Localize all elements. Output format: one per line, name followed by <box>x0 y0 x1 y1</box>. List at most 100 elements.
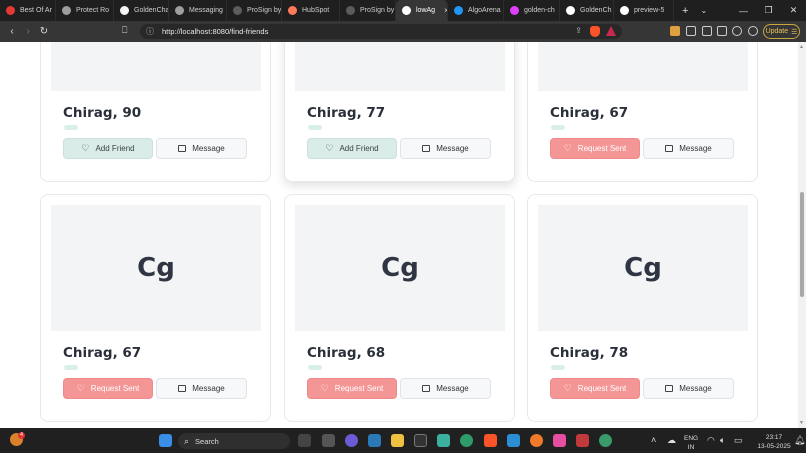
store-icon[interactable] <box>368 434 381 447</box>
browser-tab[interactable]: golden-ch <box>504 0 560 21</box>
message-button[interactable]: Message <box>400 378 491 399</box>
file-explorer-icon[interactable] <box>391 434 404 447</box>
start-icon[interactable] <box>159 434 172 447</box>
notification-icon[interactable]: 🔔︎ <box>794 435 805 446</box>
browser-tab[interactable]: preview-5 <box>614 0 674 21</box>
request-sent-button[interactable]: ♡ Request Sent <box>63 378 153 399</box>
vpn-icon[interactable] <box>748 26 758 36</box>
message-button[interactable]: Message <box>400 138 491 159</box>
tab-label: ProSign by <box>247 7 282 14</box>
leo-icon[interactable] <box>732 26 742 36</box>
message-icon <box>665 145 674 152</box>
browser-tab[interactable]: lowAg× <box>396 0 448 21</box>
message-label: Message <box>679 384 712 393</box>
brave-icon[interactable] <box>484 434 497 447</box>
browser-tab[interactable]: Protect Ro <box>56 0 114 21</box>
wifi-icon[interactable]: ◠ <box>707 435 715 446</box>
chevron-up-icon[interactable]: ˄ <box>651 435 656 445</box>
favicon-icon <box>175 6 184 15</box>
tab-search-icon[interactable]: ⌄ <box>696 6 711 15</box>
maximize-button[interactable]: ❐ <box>756 0 781 21</box>
navigation-bar: ‹ › ↻ ⎕ ⓘ http://localhost:8080/find-fri… <box>0 21 806 42</box>
request-sent-button[interactable]: ♡ Request Sent <box>550 378 640 399</box>
message-button[interactable]: Message <box>643 378 734 399</box>
friend-card: Chirag, 67 ♡ Request Sent Message <box>527 42 758 182</box>
app-icon[interactable] <box>576 434 589 447</box>
tab-label: ProSign by <box>360 7 395 14</box>
mongodb-icon[interactable] <box>599 434 612 447</box>
brave-rewards-icon[interactable] <box>606 26 616 36</box>
wallet-icon[interactable] <box>717 26 727 36</box>
browser-tab[interactable]: AlgoArena <box>448 0 504 21</box>
action-label: Add Friend <box>95 144 135 153</box>
puzzle-icon[interactable] <box>686 26 696 36</box>
friend-card: Cg Chirag, 78 ♡ Request Sent Message <box>527 194 758 422</box>
favicon-icon <box>6 6 15 15</box>
browser-tab[interactable]: ProSign by <box>227 0 282 21</box>
site-info-icon[interactable]: ⓘ <box>146 26 156 37</box>
message-icon <box>665 385 674 392</box>
request-sent-button[interactable]: ♡ Request Sent <box>550 138 640 159</box>
postman-icon[interactable] <box>530 434 543 447</box>
taskbar-search[interactable]: ⌕ Search <box>178 433 290 449</box>
browser-tab[interactable]: Best Of Ar <box>0 0 56 21</box>
message-label: Message <box>192 144 225 153</box>
scroll-down-icon[interactable]: ▼ <box>799 420 804 426</box>
close-window-button[interactable]: ✕ <box>781 0 806 21</box>
scrollbar-thumb[interactable] <box>800 192 804 297</box>
new-tab-button[interactable]: + <box>674 5 696 17</box>
browser-tab[interactable]: HubSpot <box>282 0 340 21</box>
task-view-icon[interactable] <box>298 434 311 447</box>
update-button[interactable]: Update ☰ <box>763 24 800 39</box>
tab-label: golden-ch <box>524 7 555 14</box>
url-text[interactable]: http://localhost:8080/find-friends <box>162 27 268 36</box>
battery-icon[interactable]: ▭ <box>734 435 743 446</box>
message-button[interactable]: Message <box>643 138 734 159</box>
terminal-icon[interactable] <box>414 434 427 447</box>
add-friend-button[interactable]: ♡ Add Friend <box>63 138 153 159</box>
bookmark-icon[interactable]: ⎕ <box>122 25 127 36</box>
brave-shields-icon[interactable] <box>590 26 600 37</box>
tab-strip: Best Of Ar Protect Ro GoldenCha Messaging Pr… <box>0 0 806 21</box>
add-friend-button[interactable]: ♡ Add Friend <box>307 138 397 159</box>
extension-icon[interactable] <box>670 26 680 36</box>
message-label: Message <box>436 384 469 393</box>
message-label: Message <box>192 384 225 393</box>
avatar-placeholder <box>295 42 505 91</box>
slack-icon[interactable] <box>553 434 566 447</box>
favicon-icon <box>288 6 297 15</box>
status-chip <box>64 365 78 370</box>
reload-icon[interactable]: ↻ <box>36 26 52 37</box>
clock[interactable]: 23:17 13-05-2025 <box>752 433 796 451</box>
message-button[interactable]: Message <box>156 378 247 399</box>
forward-icon[interactable]: › <box>20 26 36 37</box>
cloud-icon[interactable]: ☁ <box>667 435 676 446</box>
avatar-placeholder: Cg <box>295 205 505 331</box>
page-scrollbar[interactable]: ▲ ▼ <box>798 42 806 428</box>
tab-label: Best Of Ar <box>20 7 52 14</box>
address-bar[interactable]: ⓘ http://localhost:8080/find-friends ⇪ <box>140 24 622 39</box>
app-icon[interactable] <box>437 434 450 447</box>
vscode-icon[interactable] <box>507 434 520 447</box>
browser-tab[interactable]: GoldenCh <box>560 0 614 21</box>
app-icon[interactable] <box>322 434 335 447</box>
status-chip <box>551 365 565 370</box>
browser-tab[interactable]: GoldenCha <box>114 0 169 21</box>
sidebar-icon[interactable] <box>702 26 712 36</box>
copilot-icon[interactable] <box>345 434 358 447</box>
message-button[interactable]: Message <box>156 138 247 159</box>
browser-tab[interactable]: Messaging <box>169 0 227 21</box>
volume-icon[interactable]: 🔈︎ <box>720 435 725 446</box>
scroll-up-icon[interactable]: ▲ <box>799 44 804 50</box>
message-label: Message <box>436 144 469 153</box>
edge-icon[interactable] <box>460 434 473 447</box>
back-icon[interactable]: ‹ <box>4 26 20 37</box>
language-indicator[interactable]: ENG IN <box>684 434 698 452</box>
tab-label: Protect Ro <box>76 7 110 14</box>
browser-tab[interactable]: ProSign by <box>340 0 396 21</box>
minimize-button[interactable]: — <box>731 0 756 21</box>
share-icon[interactable]: ⇪ <box>575 26 582 35</box>
action-label: Request Sent <box>577 384 627 393</box>
request-sent-button[interactable]: ♡ Request Sent <box>307 378 397 399</box>
favicon-icon <box>510 6 519 15</box>
